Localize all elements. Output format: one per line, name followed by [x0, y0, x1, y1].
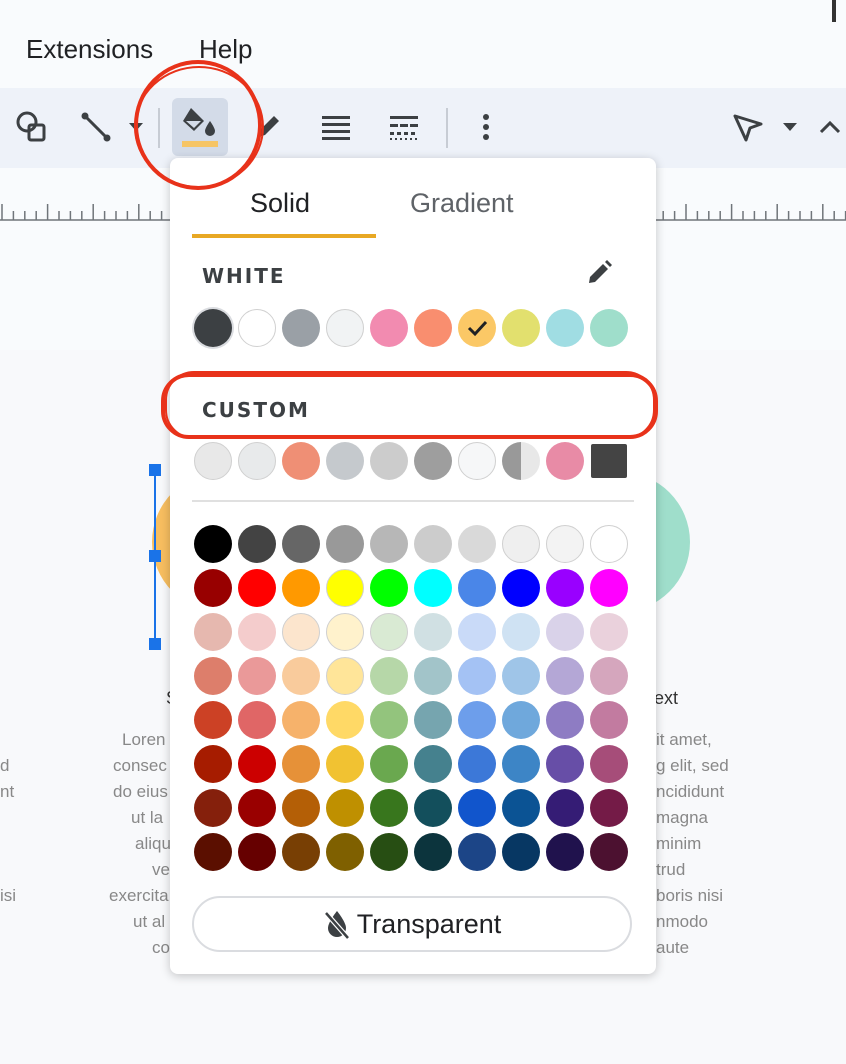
annotation-box: [161, 373, 658, 439]
annotation-circle: [134, 66, 264, 188]
annotation-layer: [134, 60, 658, 439]
annotation-box: [165, 371, 655, 439]
